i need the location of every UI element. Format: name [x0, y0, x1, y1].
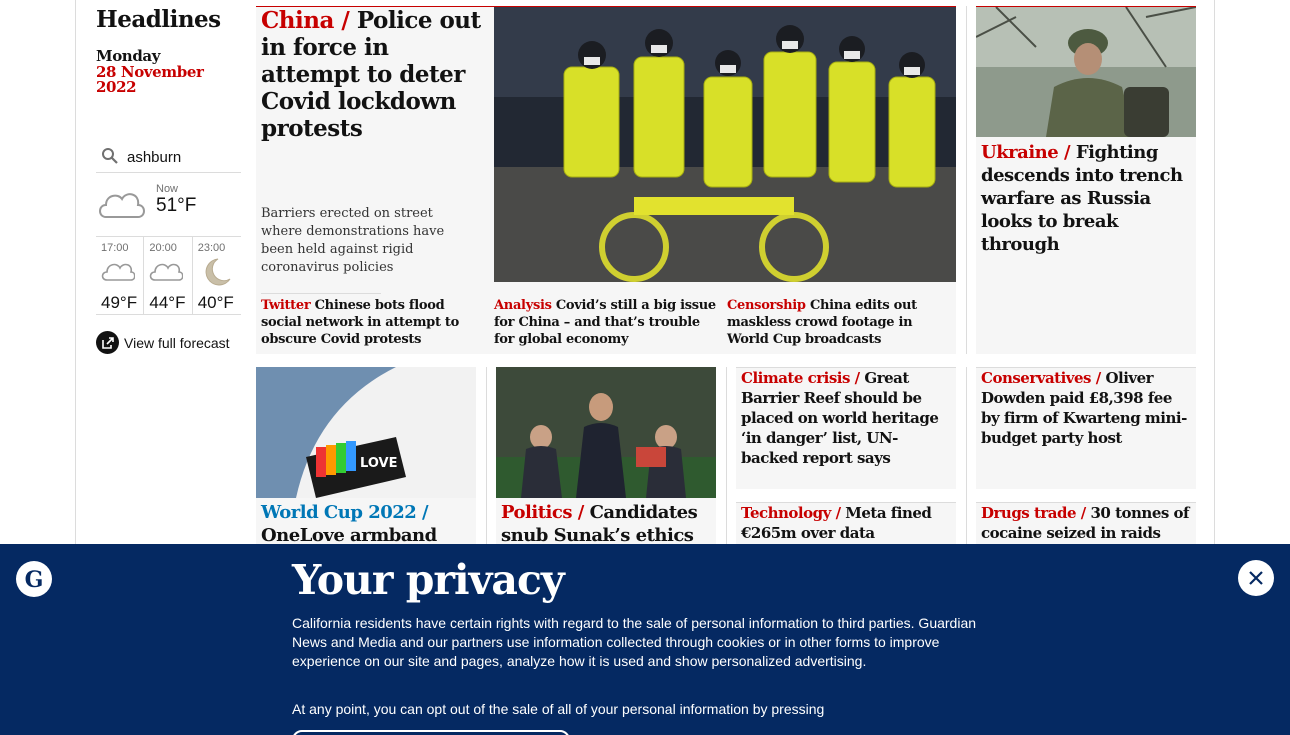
forecast-time: 23:00 [197, 242, 226, 254]
cloud-icon [96, 185, 148, 236]
ukraine-headline[interactable]: Ukraine / Fighting descends into trench … [981, 141, 1193, 256]
lead-kicker: China / [261, 7, 350, 34]
onelove-armband-photo[interactable]: LOVE [256, 367, 476, 498]
soldier-photo[interactable] [976, 7, 1196, 137]
date: 28 November 2022 [96, 63, 204, 96]
ukraine-story-card[interactable]: Ukraine / Fighting descends into trench … [976, 7, 1196, 354]
lead-headline[interactable]: China / Police out in force in attempt t… [261, 7, 486, 142]
section-title: Headlines [96, 6, 221, 33]
forecast-slot: 20:00 44°F [144, 237, 193, 314]
privacy-paragraph: California residents have certain rights… [292, 615, 977, 669]
privacy-banner: G Your privacy California residents have… [0, 544, 1290, 735]
conservatives-story-card[interactable]: Conservatives / Oliver Dowden paid £8,39… [976, 368, 1196, 489]
technology-headline[interactable]: Technology / Meta fined €265m over data [741, 503, 951, 543]
view-forecast-label[interactable]: View full forecast [124, 335, 230, 351]
technology-kicker: Technology / [741, 504, 841, 522]
close-button[interactable] [1238, 560, 1274, 596]
police-lockdown-photo[interactable] [494, 7, 956, 282]
search-icon [101, 147, 119, 169]
conservatives-headline[interactable]: Conservatives / Oliver Dowden paid £8,39… [981, 368, 1193, 448]
privacy-optout-text: At any point, you can opt out of the sal… [292, 701, 825, 717]
svg-text:LOVE: LOVE [360, 456, 397, 471]
ukraine-kicker: Ukraine / [981, 142, 1071, 163]
opt-out-button[interactable] [292, 730, 570, 735]
hourly-forecast: 17:00 49°F 20:00 44°F 23:00 40°F [96, 237, 241, 315]
forecast-time: 17:00 [101, 242, 129, 254]
forecast-slot: 17:00 49°F [96, 237, 145, 314]
external-link-icon [96, 331, 119, 354]
sublink-analysis[interactable]: Analysis Covid’s still a big issue for C… [494, 297, 719, 348]
column-divider [966, 367, 967, 545]
forecast-slot: 23:00 40°F [193, 237, 241, 314]
climate-story-card[interactable]: Climate crisis / Great Barrier Reef shou… [736, 368, 956, 489]
forecast-time: 20:00 [149, 242, 177, 254]
column-divider [486, 367, 487, 545]
drugs-story-card[interactable]: Drugs trade / 30 tonnes of cocaine seize… [976, 503, 1196, 545]
conservatives-kicker: Conservatives / [981, 369, 1101, 387]
worldcup-story-card[interactable]: LOVE World Cup 2022 / OneLove armband [256, 367, 476, 547]
worldcup-headline-text: OneLove armband [261, 525, 437, 546]
cloudy-night-icon [149, 258, 191, 288]
sublink-censorship[interactable]: Censorship China edits out maskless crow… [727, 297, 942, 348]
forecast-temp: 40°F [197, 293, 234, 312]
svg-text:G: G [25, 567, 44, 593]
column-divider [726, 367, 727, 545]
worldcup-headline[interactable]: World Cup 2022 / OneLove armband [261, 501, 471, 547]
column-divider [966, 6, 967, 354]
guardian-logo-icon: G [16, 561, 52, 597]
worldcup-kicker: World Cup 2022 / [261, 502, 429, 523]
headlines-sidebar: Headlines Monday 28 November 2022 ashbur… [96, 0, 241, 354]
politics-headline[interactable]: Politics / Candidates snub Sunak’s ethic… [501, 501, 711, 547]
close-icon [1249, 571, 1263, 585]
sublink-kicker: Analysis [494, 298, 552, 313]
partly-cloudy-icon [101, 258, 143, 288]
now-label: Now [156, 183, 179, 195]
lead-standfirst: Barriers erected on street where demonst… [261, 206, 445, 275]
current-weather: Now 51°F [96, 179, 241, 237]
sublink-kicker: Censorship [727, 298, 806, 313]
forecast-temp: 44°F [149, 293, 186, 312]
location-search[interactable]: ashburn [96, 143, 241, 173]
drugs-headline[interactable]: Drugs trade / 30 tonnes of cocaine seize… [981, 503, 1193, 543]
privacy-title: Your privacy [292, 556, 565, 604]
standfirst-rule [261, 293, 381, 294]
lead-story-card[interactable]: China / Police out in force in attempt t… [256, 7, 956, 354]
politics-kicker: Politics / [501, 502, 584, 523]
moon-icon [198, 257, 241, 291]
forecast-temp: 49°F [101, 293, 138, 312]
location-input[interactable]: ashburn [127, 149, 181, 166]
commons-photo[interactable] [496, 367, 716, 498]
view-full-forecast-link[interactable]: View full forecast [96, 331, 241, 354]
politics-story-card[interactable]: Politics / Candidates snub Sunak’s ethic… [496, 367, 716, 547]
sublink-twitter[interactable]: Twitter Chinese bots flood social networ… [261, 297, 476, 348]
sublink-kicker: Twitter [261, 298, 311, 313]
technology-story-card[interactable]: Technology / Meta fined €265m over data [736, 503, 956, 545]
climate-kicker: Climate crisis / [741, 369, 860, 387]
now-temperature: 51°F [156, 195, 197, 216]
drugs-kicker: Drugs trade / [981, 504, 1086, 522]
climate-headline[interactable]: Climate crisis / Great Barrier Reef shou… [741, 368, 951, 468]
